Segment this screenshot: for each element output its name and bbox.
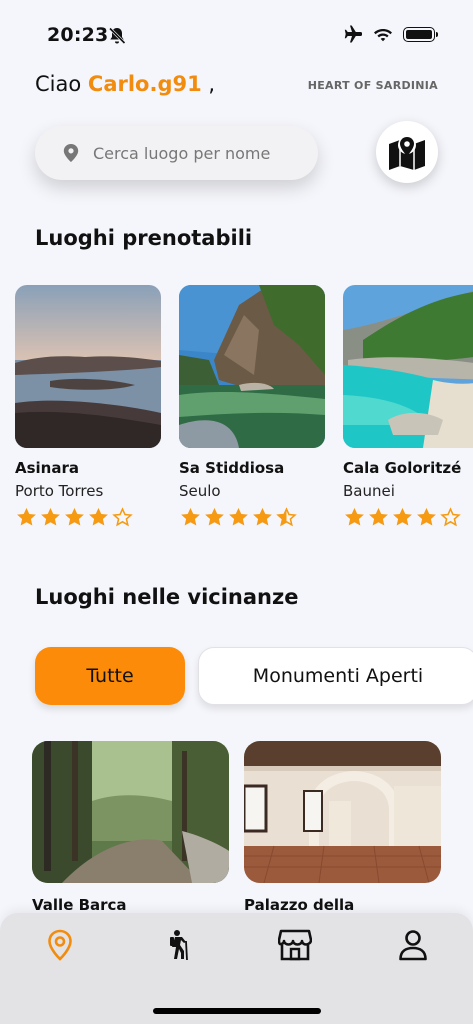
- place-card[interactable]: Sa Stiddiosa Seulo: [179, 285, 325, 529]
- star-empty-icon: [440, 507, 461, 527]
- status-bar: 20:23: [0, 0, 473, 60]
- wifi-icon: [374, 29, 392, 42]
- brand-name: HEART OF SARDINIA: [307, 79, 438, 92]
- nav-trekking[interactable]: [160, 927, 196, 963]
- star-full-icon: [205, 507, 224, 526]
- star-full-icon: [393, 507, 412, 526]
- bookable-title: Luoghi prenotabili: [35, 226, 253, 250]
- battery-icon: [403, 26, 438, 42]
- star-full-icon: [89, 507, 108, 526]
- airplane-mode-icon: [344, 25, 362, 43]
- place-image: [179, 285, 325, 448]
- star-full-icon: [17, 507, 36, 526]
- star-full-icon: [345, 507, 364, 526]
- store-icon: [278, 929, 312, 961]
- place-city: Porto Torres: [15, 482, 104, 500]
- nearby-image: [32, 741, 229, 883]
- bookable-carousel[interactable]: Asinara Porto Torres Sa Stiddiosa Seulo …: [15, 285, 473, 535]
- filter-chips: Tutte Monumenti Aperti: [35, 647, 473, 707]
- place-image: [343, 285, 473, 448]
- rating-stars: [179, 506, 325, 529]
- star-full-icon: [369, 507, 388, 526]
- place-city: Baunei: [343, 482, 395, 500]
- map-pin-icon: [389, 136, 425, 170]
- nav-shops[interactable]: [277, 927, 313, 963]
- nearby-title: Luoghi nelle vicinanze: [35, 585, 299, 609]
- location-pin-icon: [48, 929, 72, 961]
- place-city: Seulo: [179, 482, 221, 500]
- star-full-icon: [65, 507, 84, 526]
- nearby-card[interactable]: Valle Barca: [32, 741, 229, 914]
- star-full-icon: [181, 507, 200, 526]
- star-full-icon: [253, 507, 272, 526]
- rating-stars: [15, 506, 161, 529]
- location-pin-icon: [63, 144, 79, 162]
- nearby-name: Valle Barca: [32, 896, 127, 914]
- home-indicator: [153, 1008, 321, 1014]
- star-empty-icon: [112, 507, 133, 527]
- place-name: Sa Stiddiosa: [179, 459, 285, 477]
- nav-profile[interactable]: [395, 927, 431, 963]
- search-bar[interactable]: [35, 126, 318, 180]
- username: Carlo.g91: [87, 72, 202, 96]
- filter-chip-all[interactable]: Tutte: [35, 647, 185, 705]
- nearby-image: [244, 741, 441, 883]
- nearby-name: Palazzo della: [244, 896, 355, 914]
- place-name: Cala Goloritzé: [343, 459, 462, 477]
- bell-off-icon: [108, 27, 126, 45]
- place-card[interactable]: Cala Goloritzé Baunei: [343, 285, 473, 529]
- greeting-prefix: Ciao: [35, 72, 82, 96]
- rating-stars: [343, 506, 473, 529]
- hiking-icon: [170, 930, 188, 961]
- greeting: Ciao Carlo.g91 ,: [35, 72, 215, 96]
- nearby-card[interactable]: Palazzo della: [244, 741, 441, 914]
- star-full-icon: [41, 507, 60, 526]
- place-card[interactable]: Asinara Porto Torres: [15, 285, 161, 529]
- map-button[interactable]: [376, 121, 438, 183]
- filter-chip-monuments[interactable]: Monumenti Aperti: [198, 647, 473, 705]
- search-input[interactable]: [93, 143, 293, 163]
- star-full-icon: [229, 507, 248, 526]
- user-icon: [399, 930, 427, 961]
- star-full-icon: [417, 507, 436, 526]
- nav-places[interactable]: [42, 927, 78, 963]
- status-time: 20:23: [47, 24, 109, 46]
- star-half-icon: [276, 507, 297, 527]
- greeting-suffix: ,: [201, 72, 216, 96]
- place-image: [15, 285, 161, 448]
- place-name: Asinara: [15, 459, 79, 477]
